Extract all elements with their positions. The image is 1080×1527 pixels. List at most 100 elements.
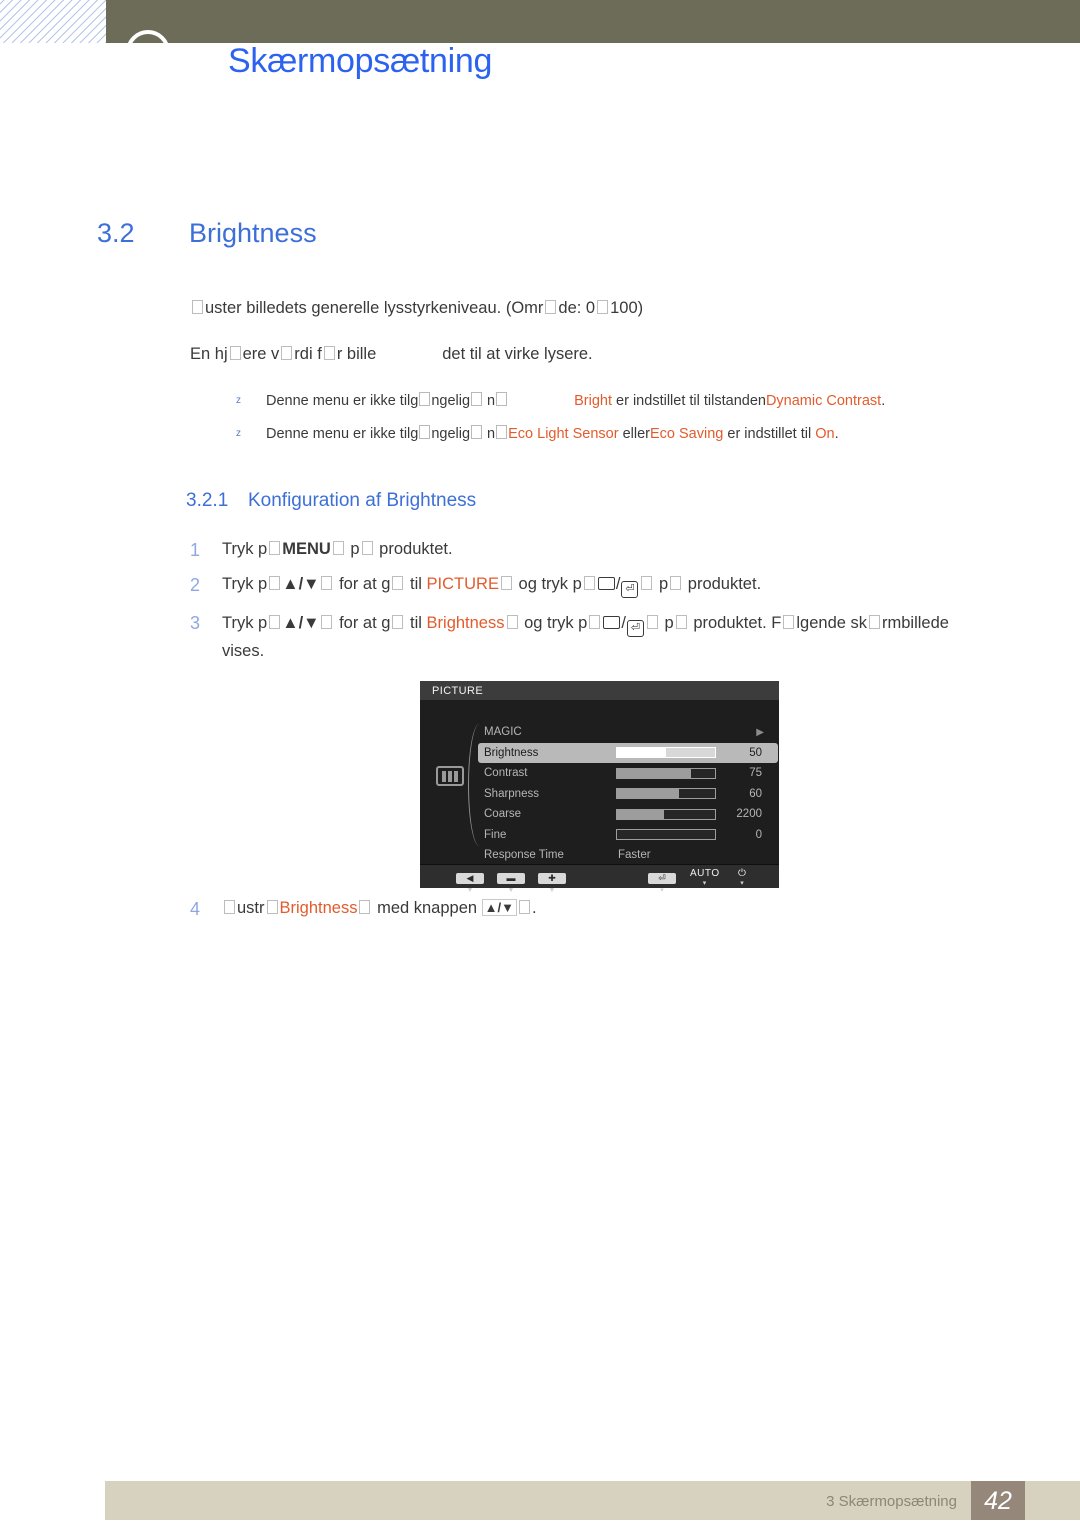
missing-glyph-icon xyxy=(266,900,278,914)
note2-text-7: . xyxy=(834,426,839,442)
note1-term-dynamic-contrast: Dynamic Contrast xyxy=(765,393,882,409)
note1-text-2: ngelig xyxy=(431,393,471,409)
osd-row-brightness[interactable]: Brightness 50 xyxy=(478,742,778,763)
enter-icon: ⏎ xyxy=(648,873,676,884)
button-indicator-icon: ▼ xyxy=(466,887,474,894)
step2-text-e: p xyxy=(654,575,669,593)
step3-text-a: Tryk p xyxy=(222,614,268,632)
osd-slider-contrast[interactable] xyxy=(616,767,716,779)
osd-row-label: Response Time xyxy=(484,849,564,862)
osd-row-magic[interactable]: MAGIC ▶ xyxy=(478,722,778,743)
intro2-text-a: En hj xyxy=(190,345,228,363)
missing-glyph-icon xyxy=(545,300,557,314)
step2-slash: / xyxy=(615,575,621,593)
step3-text-c: til xyxy=(405,614,427,632)
osd-slider-fill xyxy=(617,789,679,799)
auto-button[interactable]: AUTO ▾ xyxy=(690,868,720,887)
osd-slider-fill xyxy=(617,748,666,758)
osd-row-value: 50 xyxy=(749,746,762,759)
missing-glyph-icon xyxy=(419,392,431,406)
chevron-right-icon: ▶ xyxy=(756,726,764,738)
missing-glyph-icon xyxy=(471,425,483,439)
osd-row-label: Fine xyxy=(484,828,507,841)
osd-slider-fill xyxy=(617,768,691,778)
subsection-heading: 3.2.1 Konfiguration af Brightness xyxy=(186,490,476,512)
osd-slider-coarse[interactable] xyxy=(616,808,716,820)
step4-term-brightness: Brightness xyxy=(279,899,358,917)
note1-text-3: n xyxy=(483,393,496,409)
step1-key-menu: MENU xyxy=(282,540,331,558)
osd-row-value: 60 xyxy=(749,787,762,800)
enter-button[interactable]: ⏎ ▾ xyxy=(648,868,676,894)
osd-row-label: Coarse xyxy=(484,808,522,821)
step4-text-a: ustr xyxy=(237,899,265,917)
section-title: Brightness xyxy=(189,218,317,248)
note2-term-eco-saving: Eco Saving xyxy=(650,426,724,442)
osd-slider-fine[interactable] xyxy=(616,829,716,841)
step1-text-b: p xyxy=(345,540,360,558)
subsection-title: Konfiguration af Brightness xyxy=(248,490,477,511)
minus-icon: ▬ xyxy=(497,873,525,884)
note2-text-5: eller xyxy=(618,426,650,442)
osd-row-coarse[interactable]: Coarse 2200 xyxy=(478,804,778,825)
step4-text-b: med knappen xyxy=(372,899,482,917)
osd-row-contrast[interactable]: Contrast 75 xyxy=(478,763,778,784)
missing-glyph-icon xyxy=(597,300,609,314)
step3-slash: / xyxy=(621,614,626,632)
osd-row-sharpness[interactable]: Sharpness 60 xyxy=(478,784,778,805)
intro2-text-c: rdi f xyxy=(294,345,322,363)
button-indicator-icon: ▾ xyxy=(702,880,707,887)
missing-glyph-icon xyxy=(419,425,431,439)
plus-button[interactable]: ✚ ▼ xyxy=(538,868,566,894)
intro-text-b: de: 0 xyxy=(558,299,596,317)
source-button-icon xyxy=(597,577,615,590)
osd-footer-bar: ◀ ▼ ▬ ▼ ✚ ▼ ⏎ ▾ AUTO ▾ ⏻ ▾ xyxy=(420,864,779,894)
note2-text-6: er indstillet til xyxy=(723,426,816,442)
note-item: z Denne menu er ikke tilg ngelig n Eco Ligh… xyxy=(236,425,839,442)
step-text: Tryk p ▲/▼ for at g til Brightness og try… xyxy=(222,609,990,665)
missing-glyph-icon xyxy=(783,615,795,629)
missing-glyph-icon xyxy=(496,425,508,439)
intro-text-a: uster billedets generelle lysstyrkenivea… xyxy=(205,299,544,317)
step-number: 3 xyxy=(190,613,201,633)
back-button[interactable]: ◀ ▼ xyxy=(456,868,484,894)
missing-glyph-icon xyxy=(281,346,293,360)
step-number: 2 xyxy=(190,575,201,595)
intro2-text-b: ere v xyxy=(242,345,280,363)
missing-glyph-icon xyxy=(500,576,512,590)
osd-row-label: Brightness xyxy=(484,746,539,759)
step3-text-f: produktet. F xyxy=(688,614,782,632)
step3-key-arrows: ▲/▼ xyxy=(282,614,320,632)
note2-text-1: Denne menu er ikke tilg xyxy=(266,426,419,442)
step4-key-arrows: ▲/▼ xyxy=(481,899,518,916)
step2-text-b: for at g xyxy=(334,575,391,593)
step-text: Tryk p MENU p produktet. xyxy=(222,540,453,559)
missing-glyph-icon xyxy=(583,576,595,590)
step1-text-a: Tryk p xyxy=(222,540,268,558)
intro-paragraph-1: uster billedets generelle lysstyrkenivea… xyxy=(190,299,643,318)
missing-glyph-icon xyxy=(392,615,404,629)
osd-row-fine[interactable]: Fine 0 xyxy=(478,825,778,846)
missing-glyph-icon xyxy=(321,576,333,590)
button-indicator-icon: ▾ xyxy=(660,887,664,894)
osd-slider-brightness[interactable] xyxy=(616,747,716,759)
osd-slider-fill xyxy=(617,809,665,819)
missing-glyph-icon xyxy=(323,346,335,360)
missing-glyph-icon xyxy=(641,576,653,590)
osd-slider-sharpness[interactable] xyxy=(616,788,716,800)
note1-text-5: er indstillet til tilstanden xyxy=(612,393,766,409)
note-bullet-icon: z xyxy=(236,428,241,439)
step2-term-picture: PICTURE xyxy=(426,575,499,593)
minus-button[interactable]: ▬ ▼ xyxy=(497,868,525,894)
step1-text-c: produktet. xyxy=(374,540,453,558)
power-button[interactable]: ⏻ ▾ xyxy=(738,868,746,887)
missing-glyph-icon xyxy=(646,615,658,629)
step-item-1: 1 Tryk p MENU p produktet. xyxy=(190,540,453,560)
osd-row-label: MAGIC xyxy=(484,726,522,739)
missing-glyph-icon xyxy=(321,615,333,629)
step-number: 4 xyxy=(190,899,201,919)
missing-glyph-icon xyxy=(332,541,344,555)
chapter-header-bar xyxy=(106,0,1080,43)
osd-row-response-time[interactable]: Response Time Faster xyxy=(478,845,778,866)
missing-glyph-icon xyxy=(670,576,682,590)
